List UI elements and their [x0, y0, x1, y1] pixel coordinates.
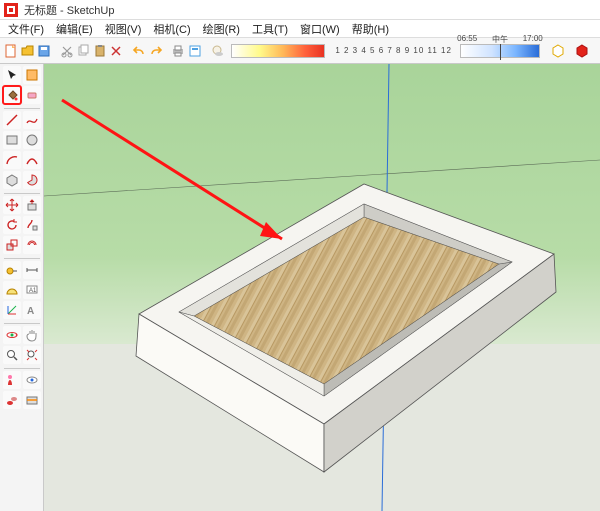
line-tool-icon[interactable] — [3, 111, 21, 129]
move-tool-icon[interactable] — [3, 196, 21, 214]
cut-icon[interactable] — [60, 41, 74, 61]
title-bar: 无标题 - SketchUp — [0, 0, 600, 20]
copy-icon[interactable] — [76, 41, 90, 61]
time-slider[interactable]: 06:55 中午 17:00 — [460, 44, 540, 58]
polygon-tool-icon[interactable] — [3, 171, 21, 189]
menu-draw[interactable]: 绘图(R) — [197, 21, 246, 37]
paint-bucket-tool-icon[interactable] — [3, 86, 21, 104]
zoom-tool-icon[interactable] — [3, 346, 21, 364]
delete-icon[interactable] — [109, 41, 123, 61]
extension-icon[interactable] — [548, 41, 568, 61]
app-icon — [4, 3, 18, 17]
3dtext-tool-icon[interactable]: A — [23, 301, 41, 319]
menu-edit[interactable]: 编辑(E) — [50, 21, 99, 37]
text-tool-icon[interactable]: A1 — [23, 281, 41, 299]
pan-tool-icon[interactable] — [23, 326, 41, 344]
model-canvas[interactable] — [44, 64, 600, 511]
time-label-early: 06:55 — [457, 34, 477, 43]
freehand-tool-icon[interactable] — [23, 111, 41, 129]
date-slider[interactable] — [231, 44, 326, 58]
arc-tool-icon[interactable] — [3, 151, 21, 169]
viewport[interactable] — [44, 64, 600, 511]
pie-tool-icon[interactable] — [23, 171, 41, 189]
save-icon[interactable] — [37, 41, 51, 61]
shadow-toggle-icon[interactable] — [210, 41, 224, 61]
open-icon[interactable] — [20, 41, 34, 61]
select-tool-icon[interactable] — [3, 66, 21, 84]
new-icon[interactable] — [4, 41, 18, 61]
pushpull-tool-icon[interactable] — [23, 196, 41, 214]
axes-tool-icon[interactable] — [3, 301, 21, 319]
menu-window[interactable]: 窗口(W) — [294, 21, 346, 37]
eraser-tool-icon[interactable] — [23, 86, 41, 104]
menu-bar: 文件(F) 编辑(E) 视图(V) 相机(C) 绘图(R) 工具(T) 窗口(W… — [0, 20, 600, 38]
redo-icon[interactable] — [148, 41, 162, 61]
protractor-tool-icon[interactable] — [3, 281, 21, 299]
time-label-late: 17:00 — [523, 34, 543, 43]
undo-icon[interactable] — [132, 41, 146, 61]
svg-text:A1: A1 — [29, 288, 37, 294]
walk-tool-icon[interactable] — [3, 391, 21, 409]
dimension-tool-icon[interactable] — [23, 261, 41, 279]
tape-tool-icon[interactable] — [3, 261, 21, 279]
top-toolbar: 1 2 3 4 5 6 7 8 9 10 11 12 06:55 中午 17:0… — [0, 38, 600, 64]
look-around-icon[interactable] — [23, 371, 41, 389]
offset-tool-icon[interactable] — [23, 236, 41, 254]
2pt-arc-tool-icon[interactable] — [23, 151, 41, 169]
menu-view[interactable]: 视图(V) — [99, 21, 148, 37]
menu-help[interactable]: 帮助(H) — [346, 21, 395, 37]
menu-file[interactable]: 文件(F) — [2, 21, 50, 37]
orbit-tool-icon[interactable] — [3, 326, 21, 344]
warehouse-icon[interactable] — [572, 41, 592, 61]
rotate-tool-icon[interactable] — [3, 216, 21, 234]
make-component-icon[interactable] — [23, 66, 41, 84]
rectangle-tool-icon[interactable] — [3, 131, 21, 149]
position-camera-icon[interactable] — [3, 371, 21, 389]
scale-tool-icon[interactable] — [3, 236, 21, 254]
menu-tools[interactable]: 工具(T) — [246, 21, 294, 37]
model-info-icon[interactable] — [188, 41, 202, 61]
date-scale-labels: 1 2 3 4 5 6 7 8 9 10 11 12 — [335, 46, 452, 55]
left-toolbar: A1 A — [0, 64, 44, 511]
section-plane-icon[interactable] — [23, 391, 41, 409]
circle-tool-icon[interactable] — [23, 131, 41, 149]
paste-icon[interactable] — [93, 41, 107, 61]
zoom-extents-tool-icon[interactable] — [23, 346, 41, 364]
window-title: 无标题 - SketchUp — [24, 2, 114, 18]
print-icon[interactable] — [171, 41, 185, 61]
followme-tool-icon[interactable] — [23, 216, 41, 234]
svg-text:A: A — [27, 306, 34, 317]
menu-camera[interactable]: 相机(C) — [147, 21, 196, 37]
